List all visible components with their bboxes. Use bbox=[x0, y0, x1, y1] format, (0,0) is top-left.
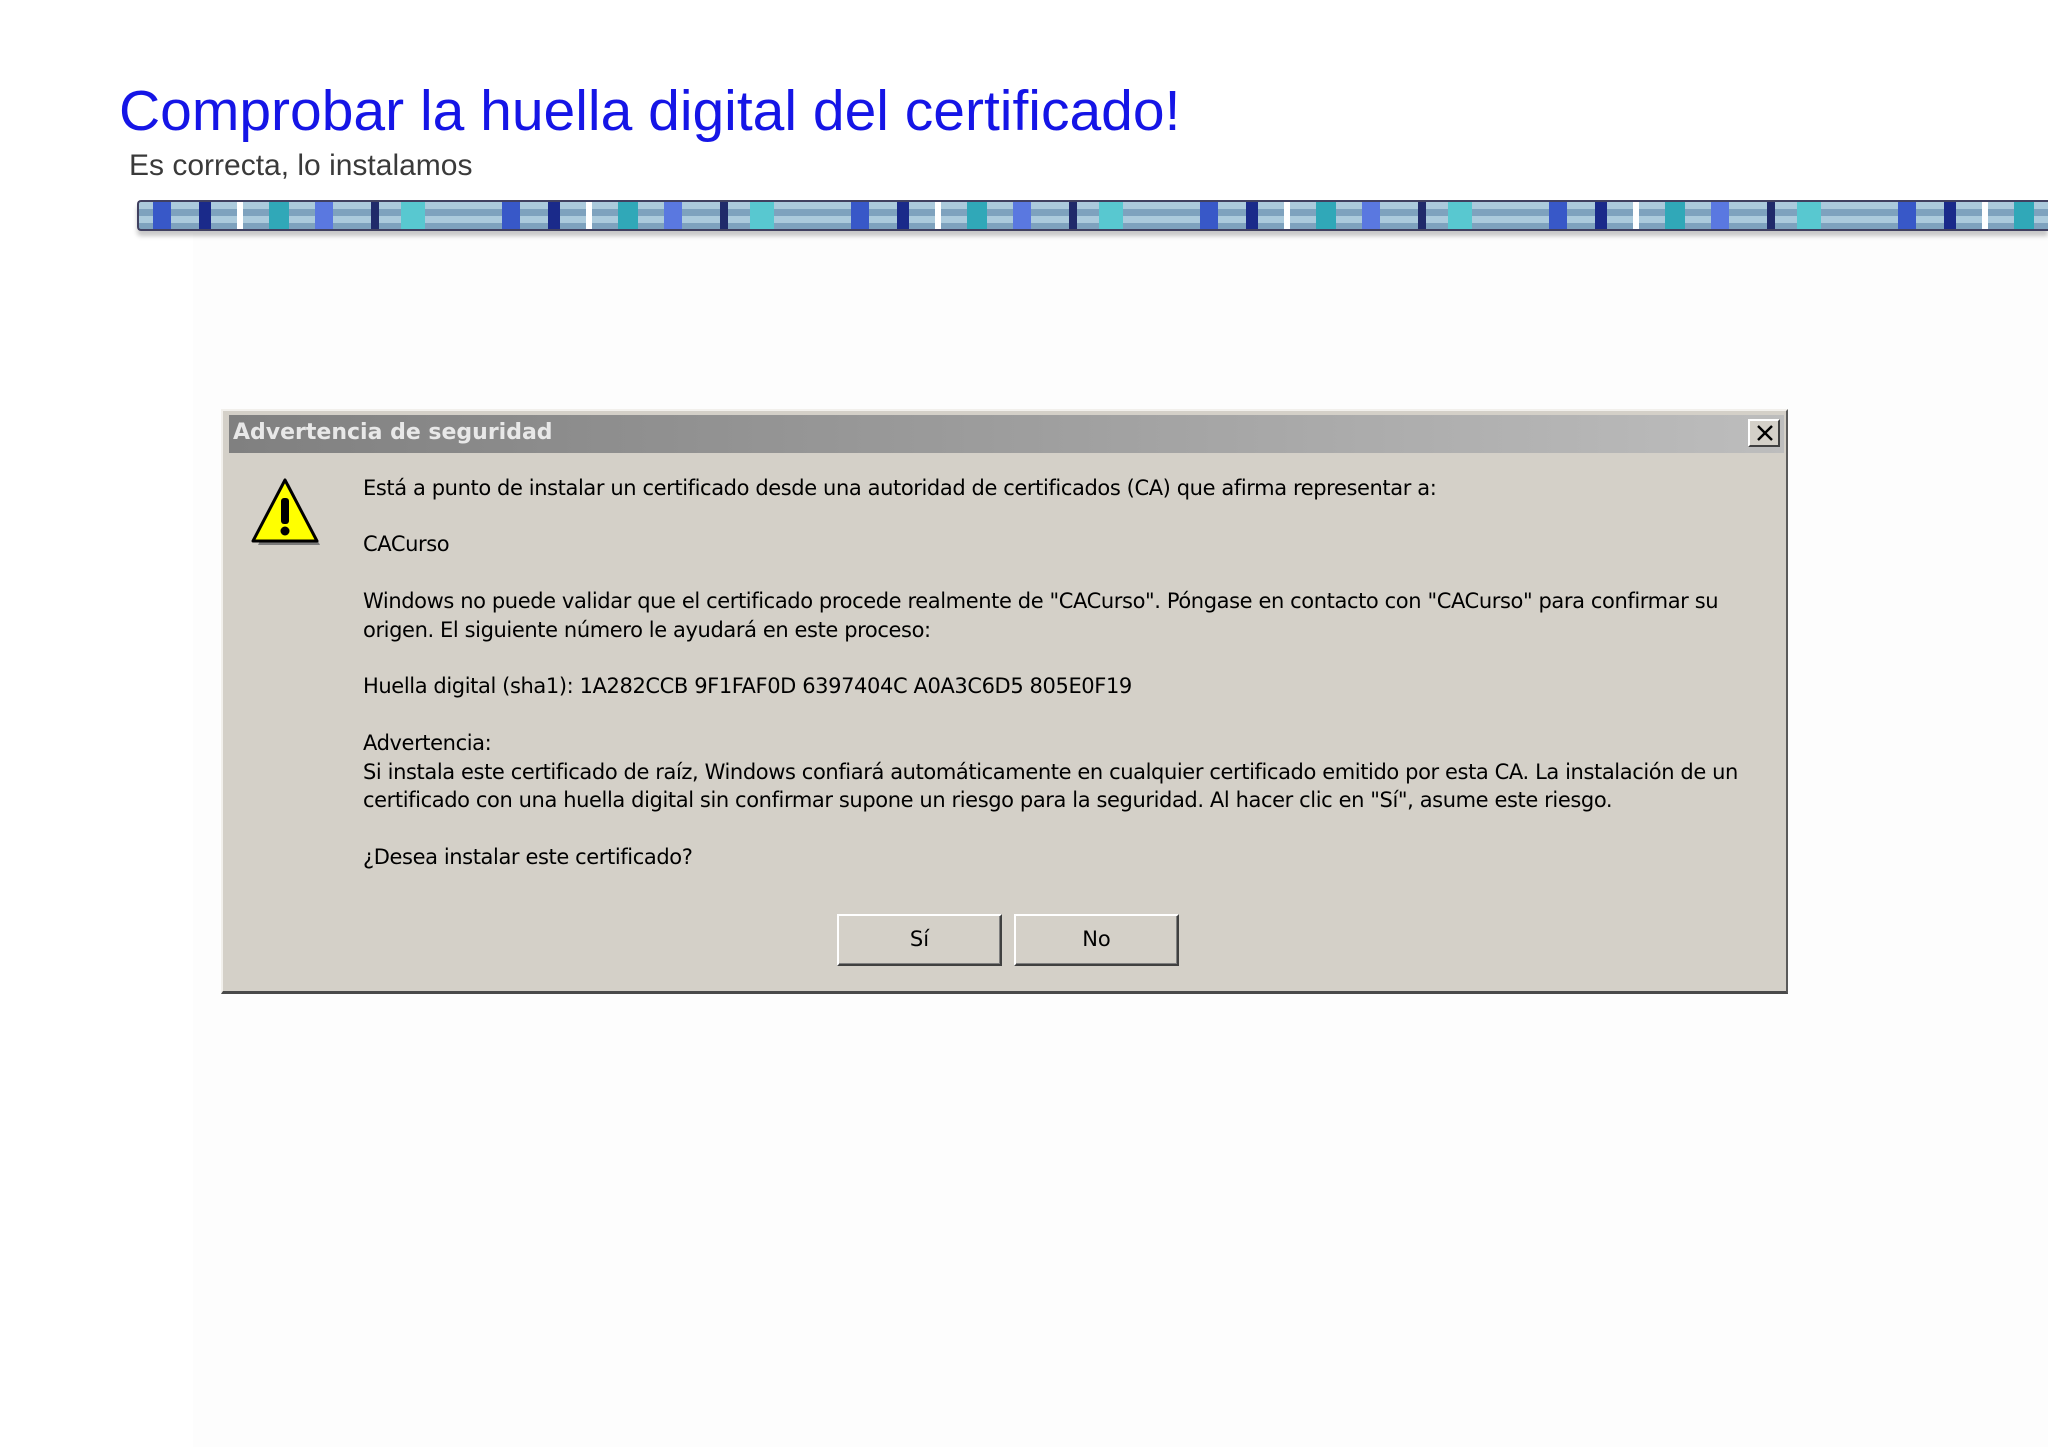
decorative-banner bbox=[137, 200, 2048, 231]
warning-text-line1: Si instala este certificado de raíz, Win… bbox=[363, 760, 1738, 784]
security-warning-dialog: Advertencia de seguridad Está a punto de… bbox=[221, 409, 1788, 994]
question-text: ¿Desea instalar este certificado? bbox=[363, 845, 693, 869]
thumbprint-text: Huella digital (sha1): 1A282CCB 9F1FAF0D… bbox=[363, 674, 1132, 698]
warning-icon bbox=[251, 478, 320, 545]
intro-text: Está a punto de instalar un certificado … bbox=[363, 476, 1437, 500]
ca-name: CACurso bbox=[363, 532, 450, 556]
validation-text-line2: origen. El siguiente número le ayudará e… bbox=[363, 618, 931, 642]
warning-heading: Advertencia: bbox=[363, 731, 492, 755]
close-icon bbox=[1757, 425, 1773, 441]
yes-button[interactable]: Sí bbox=[837, 914, 1002, 966]
no-button[interactable]: No bbox=[1014, 914, 1179, 966]
warning-text-line2: certificado con una huella digital sin c… bbox=[363, 788, 1613, 812]
slide-subtitle: Es correcta, lo instalamos bbox=[129, 149, 473, 182]
dialog-title: Advertencia de seguridad bbox=[233, 420, 553, 445]
dialog-titlebar[interactable]: Advertencia de seguridad bbox=[229, 415, 1784, 453]
validation-text-line1: Windows no puede validar que el certific… bbox=[363, 589, 1719, 613]
slide-title: Comprobar la huella digital del certific… bbox=[119, 79, 1181, 143]
close-button[interactable] bbox=[1748, 419, 1780, 447]
